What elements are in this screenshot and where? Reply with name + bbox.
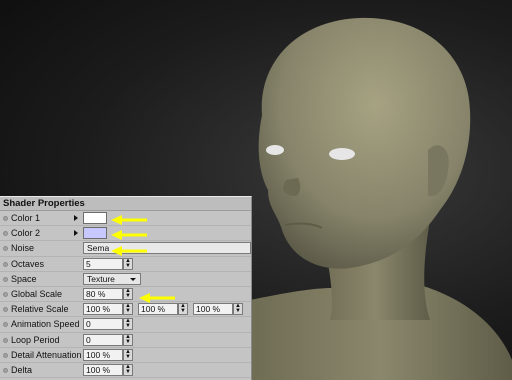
row-octaves: Octaves 5 ▲ ▼	[0, 257, 251, 272]
animation-speed-input[interactable]: 0	[83, 318, 123, 331]
up-down-arrows-icon[interactable]: ▲ ▼	[123, 348, 133, 361]
yellow-arrow-icon	[111, 215, 147, 225]
up-down-arrows-icon[interactable]: ▲ ▼	[123, 333, 133, 346]
row-label: Detail Attenuation	[11, 349, 82, 360]
up-down-arrows-icon[interactable]: ▲ ▼	[123, 287, 133, 300]
triangle-right-icon[interactable]	[74, 230, 78, 237]
yellow-arrow-icon	[111, 230, 147, 240]
up-down-arrows-icon[interactable]: ▲ ▼	[123, 318, 133, 331]
row-label: Color 1	[11, 213, 41, 223]
row-label: Relative Scale	[11, 304, 69, 315]
row-relative-scale: Relative Scale 100 % ▲ ▼ 100 % ▲ ▼ 100 % ▲…	[0, 302, 251, 318]
up-down-arrows-icon[interactable]: ▲ ▼	[123, 303, 133, 316]
row-label: Animation Speed	[11, 319, 80, 330]
circle-dot-icon[interactable]	[3, 307, 8, 313]
row-label: Global Scale	[11, 288, 63, 299]
octaves-input[interactable]: 5	[83, 257, 123, 270]
row-detail-attenuation: Detail Attenuation 100 % ▲ ▼	[0, 348, 251, 363]
row-label: Noise	[11, 243, 35, 254]
yellow-arrow-icon	[139, 293, 175, 303]
row-global-scale: Global Scale 80 % ▲ ▼	[0, 287, 251, 303]
circle-dot-icon[interactable]	[3, 337, 8, 343]
up-down-arrows-icon[interactable]: ▲ ▼	[123, 257, 133, 270]
circle-dot-icon[interactable]	[3, 216, 8, 221]
row-label: Color 2	[11, 228, 41, 239]
row-loop-period: Loop Period 0 ▲ ▼	[0, 333, 251, 348]
up-down-arrows-icon[interactable]: ▲ ▼	[233, 303, 243, 316]
row-delta: Delta 100 % ▲ ▼	[0, 363, 251, 379]
detail-attenuation-input[interactable]: 100 %	[83, 348, 123, 361]
relative-scale-z-input[interactable]: 100 %	[193, 303, 233, 316]
triangle-right-icon[interactable]	[74, 215, 78, 221]
yellow-arrow-icon	[111, 246, 147, 256]
up-down-arrows-icon[interactable]: ▲ ▼	[123, 363, 133, 376]
circle-dot-icon[interactable]	[3, 246, 8, 252]
up-down-arrows-icon[interactable]: ▲ ▼	[178, 303, 188, 316]
shader-properties-panel: Shader Properties Color 1 Color 2 Noise …	[0, 196, 252, 380]
row-label: Loop Period	[11, 334, 60, 345]
space-dropdown-value: Texture	[87, 273, 115, 284]
panel-title: Shader Properties	[0, 197, 251, 211]
row-label: Delta	[11, 364, 33, 375]
color-1-swatch[interactable]	[83, 212, 107, 224]
circle-dot-icon[interactable]	[3, 322, 8, 328]
color-2-swatch[interactable]	[83, 227, 107, 240]
circle-dot-icon[interactable]	[3, 291, 8, 297]
delta-input[interactable]: 100 %	[83, 363, 123, 376]
relative-scale-y-input[interactable]: 100 %	[138, 303, 178, 316]
relative-scale-x-input[interactable]: 100 %	[83, 303, 123, 316]
space-dropdown[interactable]: Texture	[83, 272, 141, 285]
global-scale-input[interactable]: 80 %	[83, 287, 123, 300]
caret-down-icon	[130, 277, 136, 281]
circle-dot-icon[interactable]	[3, 276, 8, 282]
loop-period-input[interactable]: 0	[83, 333, 123, 346]
circle-dot-icon[interactable]	[3, 261, 8, 267]
circle-dot-icon[interactable]	[3, 231, 8, 237]
row-label: Octaves	[11, 258, 45, 269]
circle-dot-icon[interactable]	[3, 352, 8, 358]
circle-dot-icon[interactable]	[3, 367, 8, 373]
row-space: Space Texture	[0, 272, 251, 287]
noise-type-field[interactable]: Sema	[83, 242, 251, 255]
row-label: Space	[11, 273, 37, 284]
row-animation-speed: Animation Speed 0 ▲ ▼	[0, 317, 251, 333]
